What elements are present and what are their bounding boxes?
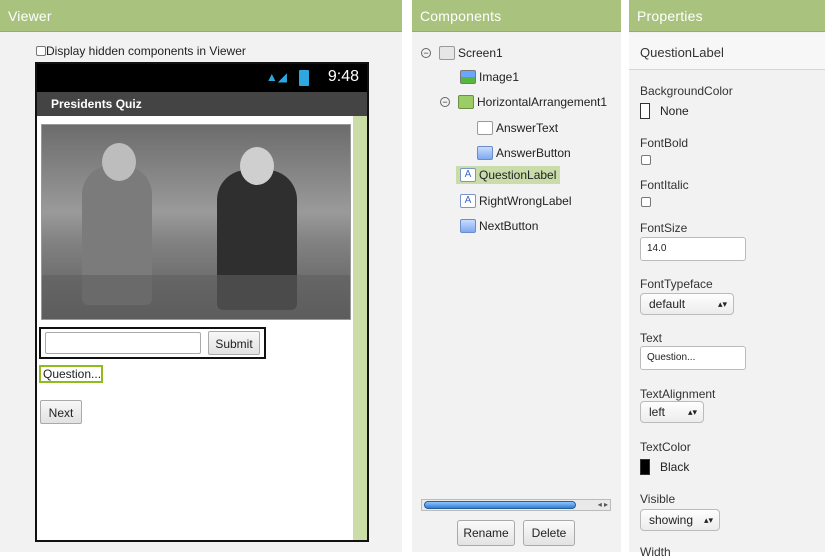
- select-value: default: [649, 297, 686, 311]
- color-swatch-black: [640, 459, 650, 475]
- color-swatch-white: [640, 103, 650, 119]
- prop-backgroundcolor-label: BackgroundColor: [640, 84, 733, 98]
- tree-item-screen1[interactable]: − Screen1: [421, 46, 503, 60]
- prop-fonttypeface-label: FontTypeface: [640, 277, 713, 291]
- label-icon: A: [460, 168, 476, 182]
- properties-header: Properties: [629, 0, 825, 32]
- display-hidden-label: Display hidden components in Viewer: [46, 44, 246, 58]
- tree-item-label: Screen1: [458, 46, 503, 60]
- rename-button[interactable]: Rename: [457, 520, 515, 546]
- viewer-panel: Viewer Display hidden components in View…: [0, 0, 402, 552]
- image-icon: [460, 70, 476, 84]
- fonttypeface-select[interactable]: default ▴▾: [640, 293, 734, 315]
- tree-item-horizontalarrangement1[interactable]: − HorizontalArrangement1: [440, 95, 607, 109]
- fontsize-input[interactable]: 14.0: [640, 237, 746, 261]
- tree-item-label: Image1: [479, 70, 520, 84]
- status-time: 9:48: [327, 68, 359, 85]
- photo-ground: [42, 275, 350, 319]
- tree-item-label: RightWrongLabel: [479, 194, 572, 208]
- display-hidden-checkbox[interactable]: [36, 46, 46, 56]
- tree-item-image1[interactable]: Image1: [460, 70, 519, 84]
- tree-item-answertext[interactable]: AnswerText: [477, 121, 558, 135]
- app-title-bar: Presidents Quiz: [37, 92, 367, 116]
- delete-button[interactable]: Delete: [523, 520, 575, 546]
- selected-component-name: QuestionLabel: [640, 45, 724, 60]
- tree-item-rightwronglabel[interactable]: A RightWrongLabel: [460, 194, 572, 208]
- button-icon: [460, 219, 476, 233]
- prop-textcolor-value[interactable]: Black: [640, 459, 689, 475]
- button-icon: [477, 146, 493, 160]
- next-button[interactable]: Next: [40, 400, 82, 424]
- components-header: Components: [412, 0, 621, 32]
- textalignment-select[interactable]: left ▴▾: [640, 401, 704, 423]
- scroll-thumb[interactable]: [424, 501, 576, 509]
- wifi-signal-icon: ▲◢: [265, 70, 287, 84]
- tree-item-label: QuestionLabel: [479, 168, 557, 182]
- photo-head-left: [102, 143, 136, 181]
- select-arrows-icon: ▴▾: [717, 299, 727, 309]
- prop-text-label: Text: [640, 331, 663, 345]
- prop-backgroundcolor-value[interactable]: None: [640, 103, 689, 119]
- prop-textalignment-label: TextAlignment: [640, 387, 716, 401]
- tree-item-nextbutton[interactable]: NextButton: [460, 219, 538, 233]
- collapse-toggle-icon[interactable]: −: [421, 48, 431, 58]
- question-label[interactable]: Question...: [39, 365, 103, 383]
- screen-scroll-strip: [353, 116, 367, 540]
- select-value: showing: [649, 513, 694, 527]
- textbox-icon: [477, 121, 493, 135]
- label-icon: A: [460, 194, 476, 208]
- fontbold-checkbox[interactable]: [641, 155, 651, 165]
- color-name: None: [660, 104, 689, 118]
- status-bar: ▲◢ 9:48: [37, 64, 367, 92]
- select-arrows-icon: ▴▾: [687, 407, 697, 417]
- tree-item-label: HorizontalArrangement1: [477, 95, 608, 109]
- prop-width-label: Width: [640, 545, 671, 559]
- prop-visible-label: Visible: [640, 492, 676, 506]
- answer-text-input[interactable]: [45, 332, 201, 354]
- tree-item-label: AnswerButton: [496, 146, 571, 160]
- tree-item-questionlabel[interactable]: A QuestionLabel: [456, 166, 561, 184]
- scroll-arrows-icon[interactable]: ◂ ▸: [598, 500, 608, 510]
- fontitalic-checkbox[interactable]: [641, 197, 651, 207]
- horizontal-arrangement: Submit: [39, 327, 266, 359]
- select-value: left: [649, 405, 666, 419]
- viewer-header: Viewer: [0, 0, 402, 32]
- prop-fontsize-label: FontSize: [640, 221, 688, 235]
- prop-fontbold-label: FontBold: [640, 136, 689, 150]
- photo-head-right: [240, 147, 274, 185]
- visible-select[interactable]: showing ▴▾: [640, 509, 720, 531]
- tree-item-answerbutton[interactable]: AnswerButton: [477, 146, 571, 160]
- horizontal-arrangement-icon: [458, 95, 474, 109]
- color-name: Black: [660, 460, 690, 474]
- prop-textcolor-label: TextColor: [640, 440, 691, 454]
- submit-button[interactable]: Submit: [208, 331, 260, 355]
- phone-preview: ▲◢ 9:48 Presidents Quiz Submit Question.…: [35, 62, 369, 542]
- components-horizontal-scrollbar[interactable]: ◂ ▸: [421, 499, 611, 511]
- image1-photo[interactable]: [41, 124, 351, 320]
- tree-item-label: NextButton: [479, 219, 539, 233]
- tree-item-label: AnswerText: [496, 121, 559, 135]
- select-arrows-icon: ▴▾: [703, 515, 713, 525]
- screen-icon: [439, 46, 455, 60]
- display-hidden-components-toggle[interactable]: Display hidden components in Viewer: [36, 44, 246, 58]
- battery-icon: [299, 70, 309, 86]
- text-input[interactable]: Question...: [640, 346, 746, 370]
- prop-fontitalic-label: FontItalic: [640, 178, 689, 192]
- collapse-toggle-icon[interactable]: −: [440, 97, 450, 107]
